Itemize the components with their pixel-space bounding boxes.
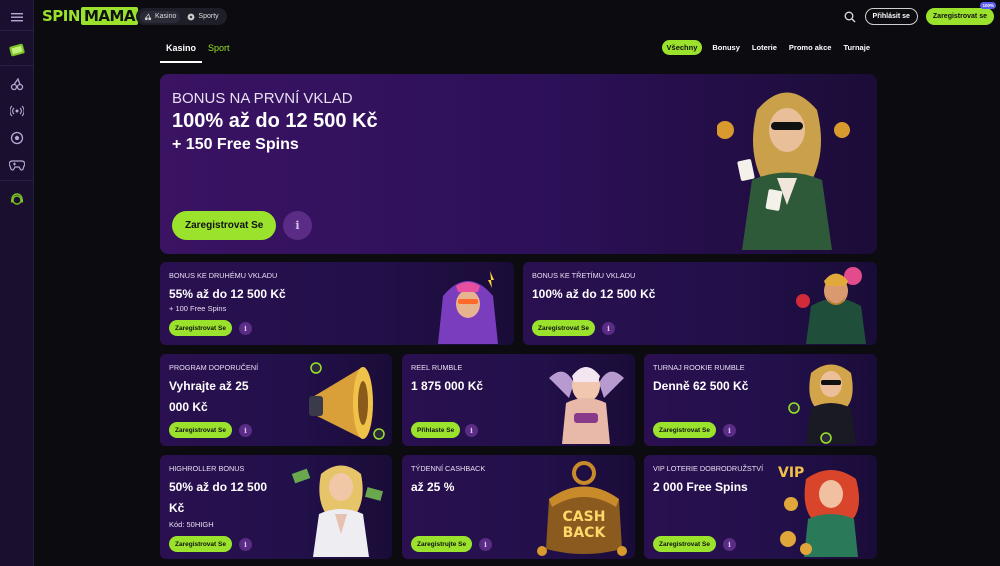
switch-kasino[interactable]: Kasino [140,10,181,23]
sidebar [0,0,34,566]
promo-card-second-deposit: BONUS KE DRUHÉMU VKLADU 55% až do 12 500… [160,262,514,345]
card-register-button[interactable]: Zaregistrovat Se [169,422,232,438]
tab-sport[interactable]: Sport [202,40,236,63]
switch-kasino-label: Kasino [155,13,177,20]
hero-subtitle: BONUS NA PRVNÍ VKLAD [172,90,353,107]
card-subtitle: BONUS KE TŘETÍMU VKLADU [532,271,636,280]
section-tabs: Kasino Sport [160,40,236,63]
hero-free-spins: + 150 Free Spins [172,136,299,153]
cherries-icon[interactable] [7,74,27,94]
card-title-line-1: Vyhrajte až 25 [169,379,249,393]
card-title: 1 875 000 Kč [411,379,484,393]
menu-icon[interactable] [7,7,27,27]
cashback-text-1: CASH [563,509,606,525]
info-icon[interactable]: i [239,538,252,551]
switch-sporty[interactable]: Sporty [183,11,222,23]
filter-turnaje[interactable]: Turnaje [841,41,872,54]
megaphone-image [301,358,386,444]
promo-card-third-deposit: BONUS KE TŘETÍMU VKLADU 100% až do 12 50… [523,262,877,345]
info-icon[interactable]: i [602,322,615,335]
card-login-button[interactable]: Přihlaste Se [411,422,461,438]
hero-banner: BONUS NA PRVNÍ VKLAD 100% až do 12 500 K… [160,74,877,254]
tab-kasino[interactable]: Kasino [160,40,203,63]
card-title: 2 000 Free Spins [653,480,748,494]
info-icon[interactable]: i [479,538,492,551]
promo-card-referral: PROGRAM DOPORUČENÍ Vyhrajte až 25 000 Kč… [160,354,392,446]
card-subtitle: TÝDENNÍ CASHBACK [411,464,486,473]
info-icon[interactable]: i [239,322,252,335]
hero-title: 100% až do 12 500 Kč [172,110,378,132]
register-button[interactable]: Zaregistrovat se 100% [925,2,996,25]
card-title: 100% až do 12 500 Kč [532,287,656,301]
card-register-button[interactable]: Zaregistrovat Se [653,422,716,438]
card-register-button[interactable]: Zaregistrovat Se [653,536,716,552]
card-subtitle: HIGHROLLER BONUS [169,464,245,473]
card-extra: + 100 Free Spins [169,304,227,313]
register-button-label: Zaregistrovat se [932,13,987,20]
card-subtitle: TURNAJ ROOKIE RUMBLE [653,363,745,372]
card-register-button[interactable]: Zaregistrovat Se [169,320,232,336]
filter-vsechny[interactable]: Všechny [661,40,703,55]
logo-spin: SPIN [42,7,80,25]
card-subtitle: BONUS KE DRUHÉMU VKLADU [169,271,278,280]
promo-card-vip-lottery: VIP LOTERIE DOBRODRUŽSTVÍ 2 000 Free Spi… [644,455,877,559]
switch-sporty-label: Sporty [198,13,219,20]
filter-bonusy[interactable]: Bonusy [710,41,742,54]
card-bonus-code: Kód: 50HIGH [169,520,214,529]
card-subtitle: PROGRAM DOPORUČENÍ [169,363,259,372]
hero-register-button[interactable]: Zaregistrovat Se [172,211,277,240]
ball-icon [187,13,195,21]
hero-character-image [717,80,857,250]
promo-card-cashback: TÝDENNÍ CASHBACK až 25 % Zaregistrujte S… [402,455,635,559]
info-icon[interactable]: i [465,424,478,437]
promo-card-reel-rumble: REEL RUMBLE 1 875 000 Kč Přihlaste Se i [402,354,635,446]
logo-mama: MAMA [80,7,139,25]
card-title-line-1: 50% až do 12 500 [169,480,268,494]
info-icon[interactable]: i [723,424,736,437]
support-icon[interactable] [7,190,27,210]
wallet-bonus-icon[interactable] [7,40,27,60]
card-character-image [428,266,508,344]
card-register-button[interactable]: Zaregistrovat Se [169,536,232,552]
info-icon[interactable]: i [239,424,252,437]
topbar-actions: Přihlásit se Zaregistrovat se 100% [843,2,996,25]
soccer-icon[interactable] [7,128,27,148]
cashback-bag-image: CASH BACK [534,459,629,557]
filter-promo-akce[interactable]: Promo akce [787,41,834,54]
filter-loterie[interactable]: Loterie [750,41,779,54]
card-character-image: VIP [776,459,871,557]
promo-card-highroller: HIGHROLLER BONUS 50% až do 12 500 Kč Kód… [160,455,392,559]
promo-card-rookie-rumble: TURNAJ ROOKIE RUMBLE Denně 62 500 Kč Zar… [644,354,877,446]
card-character-image [786,358,871,444]
card-subtitle: REEL RUMBLE [411,363,463,372]
cherries-icon [144,12,152,21]
card-title: 55% až do 12 500 Kč [169,287,286,301]
card-subtitle: VIP LOTERIE DOBRODRUŽSTVÍ [653,464,764,473]
card-title: Denně 62 500 Kč [653,379,749,393]
card-character-image [291,459,386,557]
search-icon[interactable] [843,10,857,24]
live-icon[interactable] [7,101,27,121]
topbar: SPIN MAMA Kasino Sporty Přihlásit se Zare… [34,0,1000,34]
promo-filters: Všechny Bonusy Loterie Promo akce Turnaj… [661,40,872,55]
card-register-button[interactable]: Zaregistrujte Se [411,536,473,552]
card-title: až 25 % [411,480,455,494]
info-icon[interactable]: i [723,538,736,551]
card-character-image [544,358,629,444]
cashback-text-2: BACK [563,525,607,541]
card-character-image [791,266,871,344]
vip-text: VIP [778,465,804,481]
register-badge: 100% [980,2,996,9]
login-button[interactable]: Přihlásit se [864,8,918,25]
card-title-line-2: 000 Kč [169,400,208,414]
hero-info-button[interactable]: i [283,211,312,240]
gamepad-icon[interactable] [7,155,27,175]
card-register-button[interactable]: Zaregistrovat Se [532,320,595,336]
product-switch: Kasino Sporty [136,8,227,25]
card-title-line-2: Kč [169,501,185,515]
logo[interactable]: SPIN MAMA [42,7,139,25]
